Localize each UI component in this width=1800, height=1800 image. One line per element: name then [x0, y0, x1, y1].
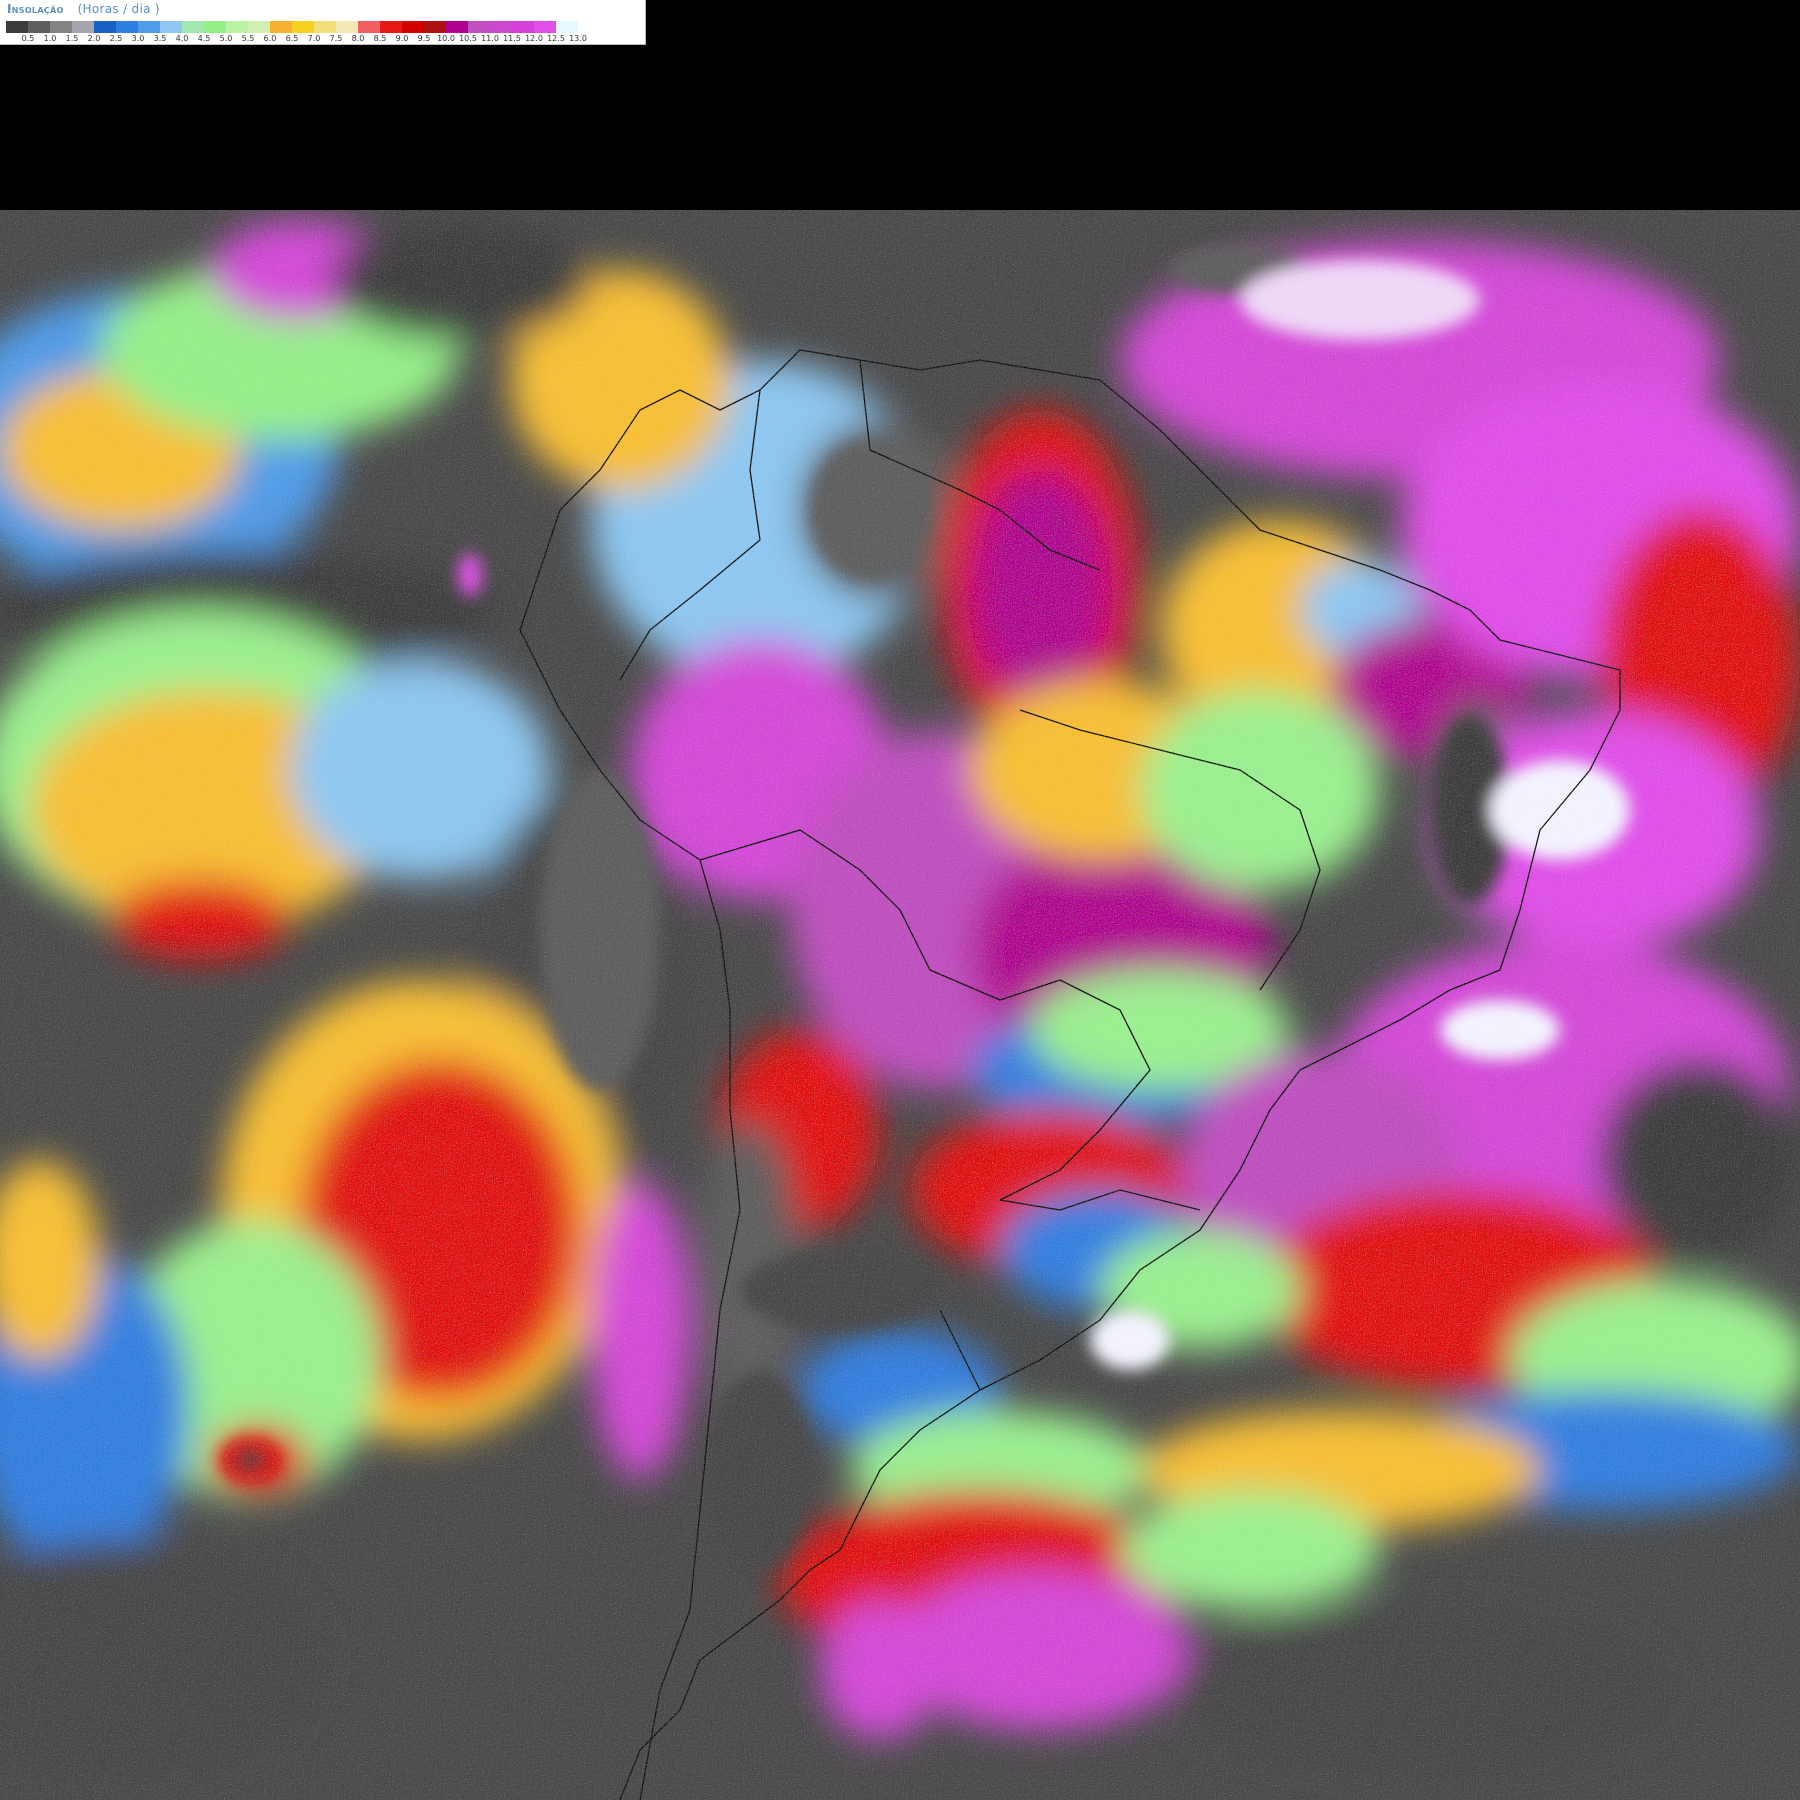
- legend-swatch: [468, 21, 490, 33]
- legend-tick: 1.0: [43, 34, 57, 43]
- legend-unit: (Horas / dia ): [77, 2, 160, 16]
- insolation-satellite-map: [0, 210, 1800, 1800]
- legend-swatch: [402, 21, 424, 33]
- legend-tick: 2.5: [109, 34, 123, 43]
- legend-swatch: [578, 21, 600, 33]
- legend-swatch: [182, 21, 204, 33]
- legend-tick: 9.0: [395, 34, 409, 43]
- legend-tick: 6.0: [263, 34, 277, 43]
- legend-swatch: [204, 21, 226, 33]
- legend-tick: 4.0: [175, 34, 189, 43]
- legend-swatch: [72, 21, 94, 33]
- legend-swatch: [28, 21, 50, 33]
- legend-swatch: [490, 21, 512, 33]
- legend-swatch: [50, 21, 72, 33]
- legend-tick: 3.0: [131, 34, 145, 43]
- legend-swatch: [534, 21, 556, 33]
- legend-swatch: [556, 21, 578, 33]
- legend-tick: 12.0: [525, 34, 543, 43]
- legend-tick: 2.0: [87, 34, 101, 43]
- legend-swatch: [270, 21, 292, 33]
- legend-tick: 1.5: [65, 34, 79, 43]
- legend-tick: 7.5: [329, 34, 343, 43]
- legend-tick: 5.0: [219, 34, 233, 43]
- legend-color-bar: [6, 21, 600, 33]
- insolation-legend: Insolação (Horas / dia ) 0.5 1.0 1.5 2.0 2.5 3…: [0, 0, 646, 45]
- legend-tick: 8.0: [351, 34, 365, 43]
- legend-tick: 5.5: [241, 34, 255, 43]
- legend-tick: 0.5: [21, 34, 35, 43]
- legend-swatch: [336, 21, 358, 33]
- legend-tick: 8.5: [373, 34, 387, 43]
- legend-tick: 7.0: [307, 34, 321, 43]
- legend-swatch: [138, 21, 160, 33]
- legend-swatch: [116, 21, 138, 33]
- legend-tick: 11.5: [503, 34, 521, 43]
- legend-tick: 3.5: [153, 34, 167, 43]
- legend-title: Insolação (Horas / dia ): [7, 2, 160, 16]
- legend-tick: 13.0: [569, 34, 587, 43]
- legend-swatch: [424, 21, 446, 33]
- legend-swatch: [512, 21, 534, 33]
- legend-swatch: [6, 21, 28, 33]
- legend-tick: 12.5: [547, 34, 565, 43]
- legend-swatch: [160, 21, 182, 33]
- legend-tick-labels: 0.5 1.0 1.5 2.0 2.5 3.0 3.5 4.0 4.5 5.0 5.5 6.0 6.5 7…: [6, 33, 646, 45]
- legend-swatch: [292, 21, 314, 33]
- map-field: [0, 210, 1800, 1800]
- legend-swatch: [446, 21, 468, 33]
- legend-tick: 4.5: [197, 34, 211, 43]
- legend-swatch: [226, 21, 248, 33]
- legend-title-text: Insolação: [7, 2, 64, 16]
- legend-tick: 11.0: [481, 34, 499, 43]
- legend-swatch: [248, 21, 270, 33]
- legend-tick: 9.5: [417, 34, 431, 43]
- legend-swatch: [358, 21, 380, 33]
- legend-swatch: [314, 21, 336, 33]
- legend-tick: 10.5: [459, 34, 477, 43]
- legend-tick: 10.0: [437, 34, 455, 43]
- legend-swatch: [380, 21, 402, 33]
- legend-tick: 6.5: [285, 34, 299, 43]
- legend-swatch: [94, 21, 116, 33]
